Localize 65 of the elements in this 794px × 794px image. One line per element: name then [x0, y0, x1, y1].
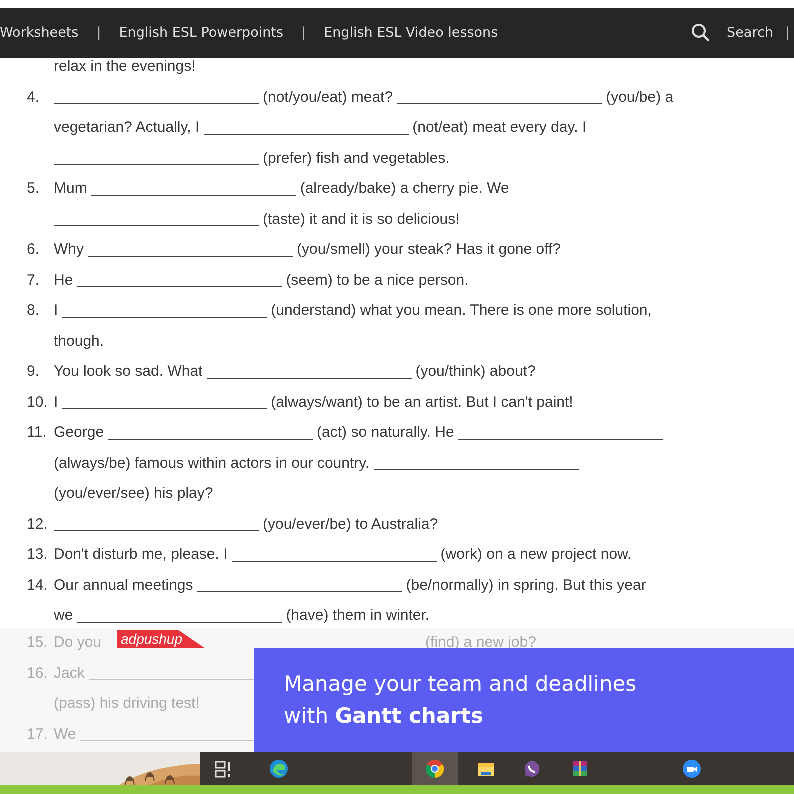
exercise-text: (you/be) a — [606, 88, 674, 108]
exercise-text: He — [54, 270, 74, 290]
item-number: 7. — [27, 270, 41, 290]
exercise-text: We — [54, 724, 76, 744]
exercise-text: (already/bake) a cherry pie. We — [300, 179, 510, 199]
item-number: 16. — [27, 664, 49, 684]
nav-link[interactable]: English ESL Video lessons — [324, 25, 498, 41]
exercise-text: George — [54, 423, 104, 443]
exercise-text: You look so sad. What — [54, 362, 203, 382]
item-number: 11. — [27, 423, 48, 443]
search-link[interactable]: Search — [727, 25, 774, 41]
exercise-text: (not/eat) meat every day. I — [412, 118, 587, 138]
nav-separator: | — [302, 25, 306, 41]
exercise-text: (be/normally) in spring. But this year — [406, 576, 646, 596]
zoom-icon — [682, 758, 702, 778]
item-number: 9. — [27, 362, 41, 382]
exercise-text: (pass) his driving test! — [54, 694, 200, 714]
exercise-text: I — [54, 301, 58, 321]
item-number: 4. — [27, 88, 41, 108]
ad-tag[interactable]: adpushup — [117, 630, 205, 648]
search-icon[interactable] — [691, 23, 712, 43]
viber-icon — [522, 758, 542, 778]
exercise-text: (always/want) to be an artist. But I can't paint! — [271, 392, 574, 412]
exercise-text: (always/be) famous within actors in our country. — [54, 454, 370, 474]
exercise-text: though. — [54, 332, 104, 352]
exercise-text: Mum — [54, 179, 88, 199]
task-view-icon — [213, 758, 233, 778]
exercise-text: (you/think) about? — [416, 362, 536, 382]
exercise-text: (understand) what you mean. There is one more solution, — [271, 301, 652, 321]
exercise-text: vegetarian? Actually, I — [54, 118, 200, 138]
item-number: 5. — [27, 179, 41, 199]
item-number: 12. — [27, 514, 49, 534]
item-number: 8. — [27, 301, 41, 321]
nav-separator: | — [785, 25, 790, 41]
nav-separator: | — [96, 25, 102, 41]
exercise-text: I — [54, 392, 58, 412]
item-number: 6. — [27, 240, 41, 260]
item-number: 17. — [27, 724, 49, 744]
exercise-text: Jack — [54, 664, 85, 684]
exercise-text: (not/you/eat) meat? — [263, 88, 394, 108]
item-number: 10. — [27, 392, 49, 412]
exercise-text: Our annual meetings — [54, 576, 194, 596]
exercise-text: (you/smell) your steak? Has it gone off? — [297, 240, 562, 260]
exercise-text: (seem) to be a nice person. — [286, 270, 469, 290]
nav-link[interactable]: English ESL Powerpoints — [119, 25, 284, 41]
exercise-text: (you/ever/see) his play? — [54, 484, 214, 504]
item-number: 13. — [27, 545, 49, 565]
ad-banner[interactable]: Manage your team and deadlines with Gantt charts — [254, 648, 794, 752]
archive-icon — [570, 758, 590, 778]
exercise-text: Don't disturb me, please. I — [54, 545, 228, 565]
exercise-text: relax in the evenings! — [54, 58, 196, 77]
item-number: 15. — [27, 633, 49, 653]
chrome-icon — [425, 758, 445, 778]
exercise-text: (taste) it and it is so delicious! — [263, 210, 460, 230]
edge-icon — [269, 758, 289, 778]
exercise-text: Do you — [54, 633, 102, 653]
exercise-text: we — [54, 606, 74, 626]
nav-link[interactable]: Worksheets — [0, 25, 79, 41]
exercise-text: (work) on a new project now. — [440, 545, 632, 565]
item-number: 14. — [27, 576, 49, 596]
exercise-text: (have) them in winter. — [286, 606, 430, 626]
exercise-text: (act) so naturally. He — [317, 423, 454, 443]
exercise-text: (prefer) fish and vegetables. — [263, 148, 450, 168]
exercise-text: (you/ever/be) to Australia? — [263, 514, 438, 534]
exercise-text: Why — [54, 240, 84, 260]
